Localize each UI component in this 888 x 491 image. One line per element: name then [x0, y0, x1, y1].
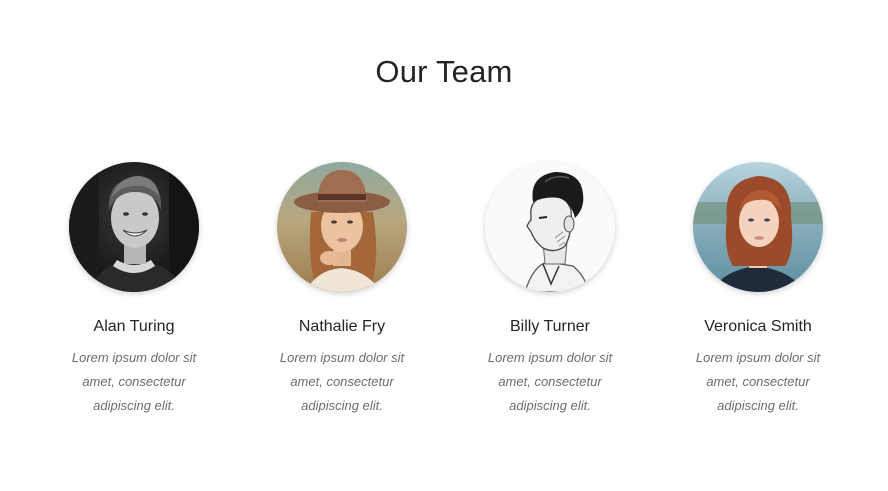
member-avatar [693, 162, 823, 292]
man-sketch-profile-photo [485, 162, 615, 292]
man-smiling-bw-photo [69, 162, 199, 292]
woman-in-hat-photo [277, 162, 407, 292]
team-list: Alan Turing Lorem ipsum dolor sit amet, … [30, 162, 862, 418]
member-bio: Lorem ipsum dolor sit amet, consectetur … [695, 350, 821, 413]
member-name: Nathalie Fry [298, 318, 386, 335]
member-name: Billy Turner [509, 318, 591, 335]
member-bio: Lorem ipsum dolor sit amet, consectetur … [487, 350, 613, 413]
red-haired-woman-photo [693, 162, 823, 292]
member-bio: Lorem ipsum dolor sit amet, consectetur … [71, 350, 197, 413]
team-member-card: Nathalie Fry Lorem ipsum dolor sit amet,… [238, 162, 446, 418]
team-member-card: Alan Turing Lorem ipsum dolor sit amet, … [30, 162, 238, 418]
member-name: Veronica Smith [704, 318, 812, 335]
member-bio: Lorem ipsum dolor sit amet, consectetur … [279, 350, 405, 413]
member-avatar [277, 162, 407, 292]
section-title: Our Team [375, 54, 513, 89]
member-avatar [485, 162, 615, 292]
member-name: Alan Turing [93, 318, 175, 335]
team-member-card: Billy Turner Lorem ipsum dolor sit amet,… [446, 162, 654, 418]
team-member-card: Veronica Smith Lorem ipsum dolor sit ame… [654, 162, 862, 418]
member-avatar [69, 162, 199, 292]
